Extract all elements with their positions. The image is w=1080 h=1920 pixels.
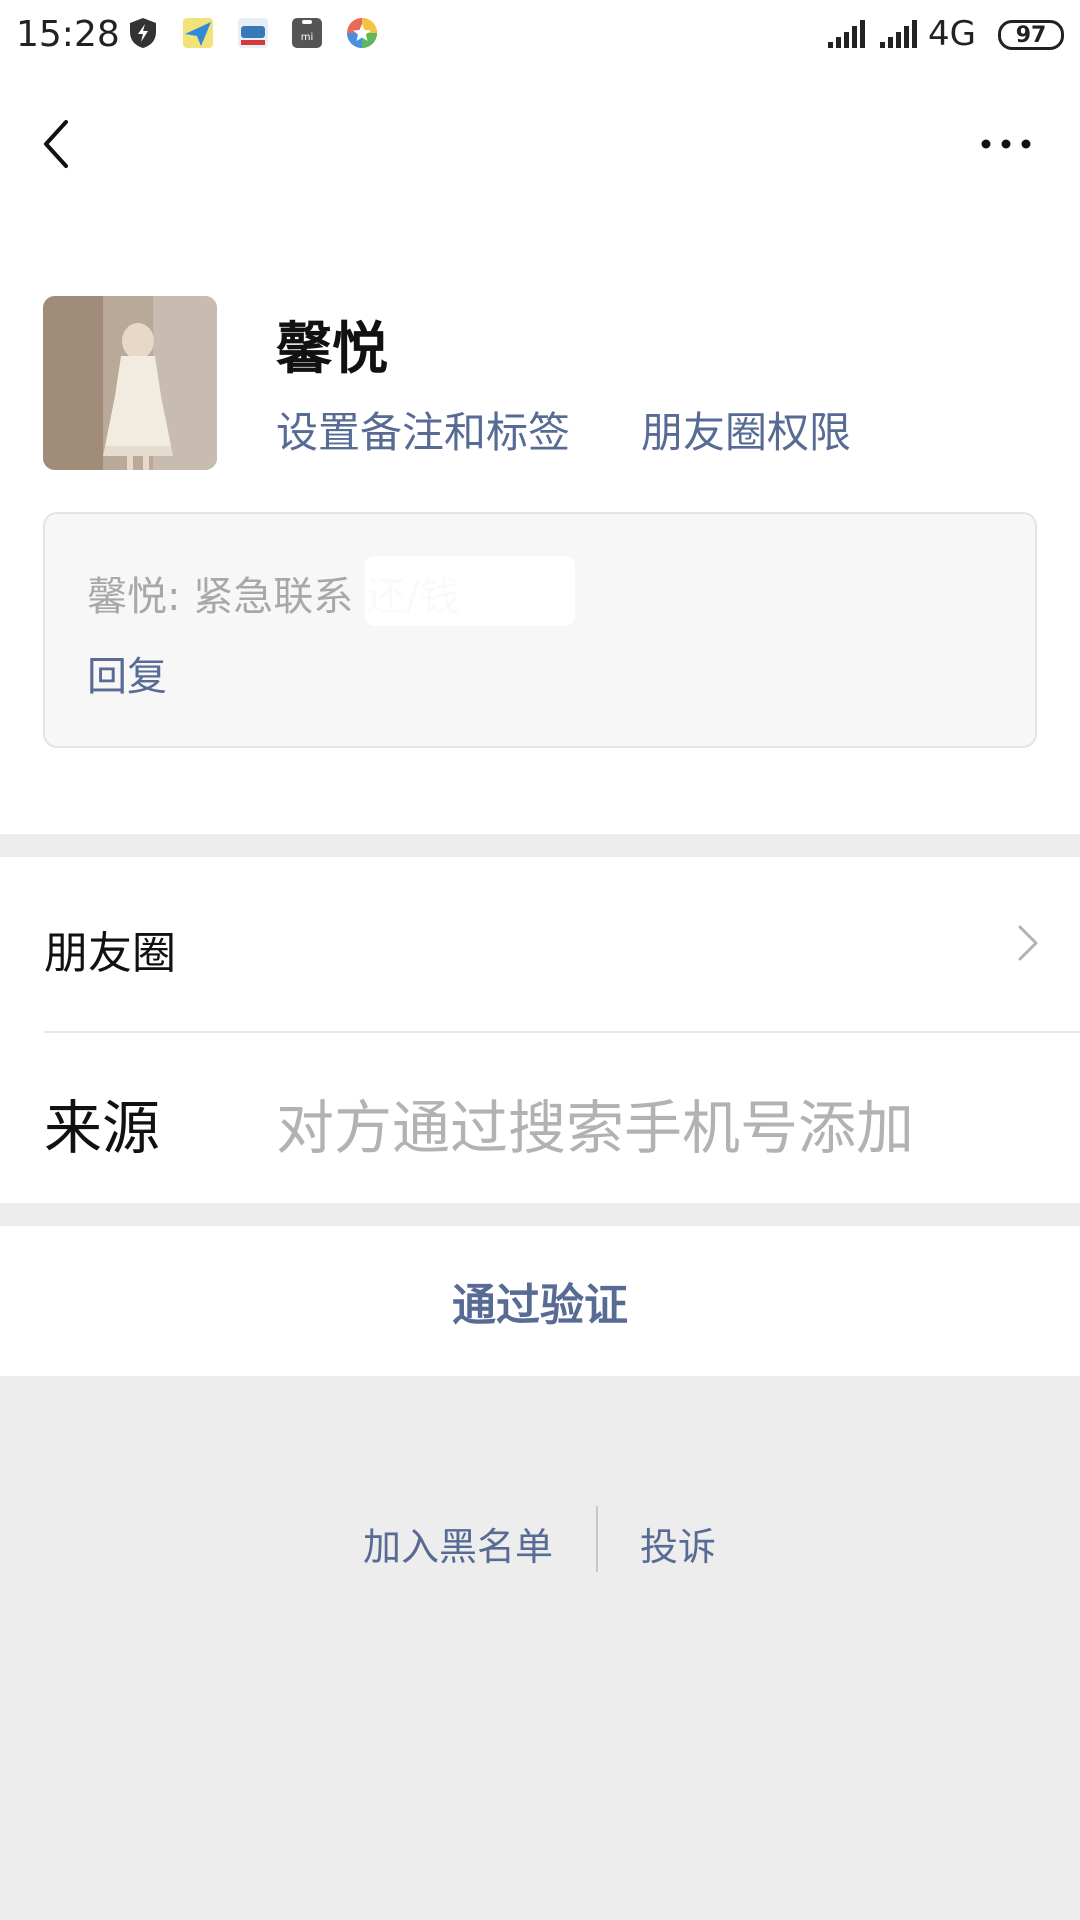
svg-text:mi: mi <box>301 32 314 43</box>
profile-name: 馨悦 <box>276 317 388 382</box>
source-value: 对方通过搜索手机号添加 <box>276 1094 915 1162</box>
add-to-blacklist-link[interactable]: 加入黑名单 <box>363 1516 553 1571</box>
source-label: 来源 <box>44 1094 161 1162</box>
verify-button[interactable]: 通过验证 <box>0 1226 1080 1376</box>
redaction-blur <box>365 556 575 626</box>
source-row: 来源 对方通过搜索手机号添加 <box>0 1033 1080 1203</box>
avatar[interactable] <box>43 296 217 470</box>
plane-icon <box>183 18 213 48</box>
link-divider <box>596 1506 598 1572</box>
verify-section: 通过验证 <box>0 1226 1080 1376</box>
battery-indicator: 97 <box>998 20 1064 50</box>
reply-link[interactable]: 回复 <box>87 644 167 702</box>
more-icon[interactable] <box>976 124 1036 164</box>
mi-icon: mi <box>292 18 322 48</box>
status-bar: 15:28 mi 4G 97 <box>0 0 1080 74</box>
info-list: 朋友圈 来源 对方通过搜索手机号添加 <box>0 857 1080 1203</box>
moments-row[interactable]: 朋友圈 <box>0 857 1080 1031</box>
signal-icon <box>828 20 865 48</box>
signal-icon <box>880 20 917 48</box>
friend-verification-page: 15:28 mi 4G 97 馨悦 设置备注和标签 朋友圈权限 馨悦: 紧急联系… <box>0 0 1080 1920</box>
status-time: 15:28 <box>16 14 120 55</box>
chevron-right-icon <box>1018 925 1038 961</box>
shield-icon <box>130 18 156 48</box>
star-icon <box>347 18 377 48</box>
moments-permission-link[interactable]: 朋友圈权限 <box>641 399 851 460</box>
moments-label: 朋友圈 <box>44 928 176 979</box>
verification-message-card: 馨悦: 紧急联系 还/钱 回复 <box>43 512 1037 748</box>
car-icon <box>238 18 268 48</box>
complain-link[interactable]: 投诉 <box>640 1516 716 1571</box>
network-type: 4G <box>928 14 976 54</box>
back-icon[interactable] <box>36 114 76 174</box>
set-remark-link[interactable]: 设置备注和标签 <box>276 399 570 460</box>
profile-header: 馨悦 设置备注和标签 朋友圈权限 馨悦: 紧急联系 还/钱 回复 <box>0 74 1080 834</box>
